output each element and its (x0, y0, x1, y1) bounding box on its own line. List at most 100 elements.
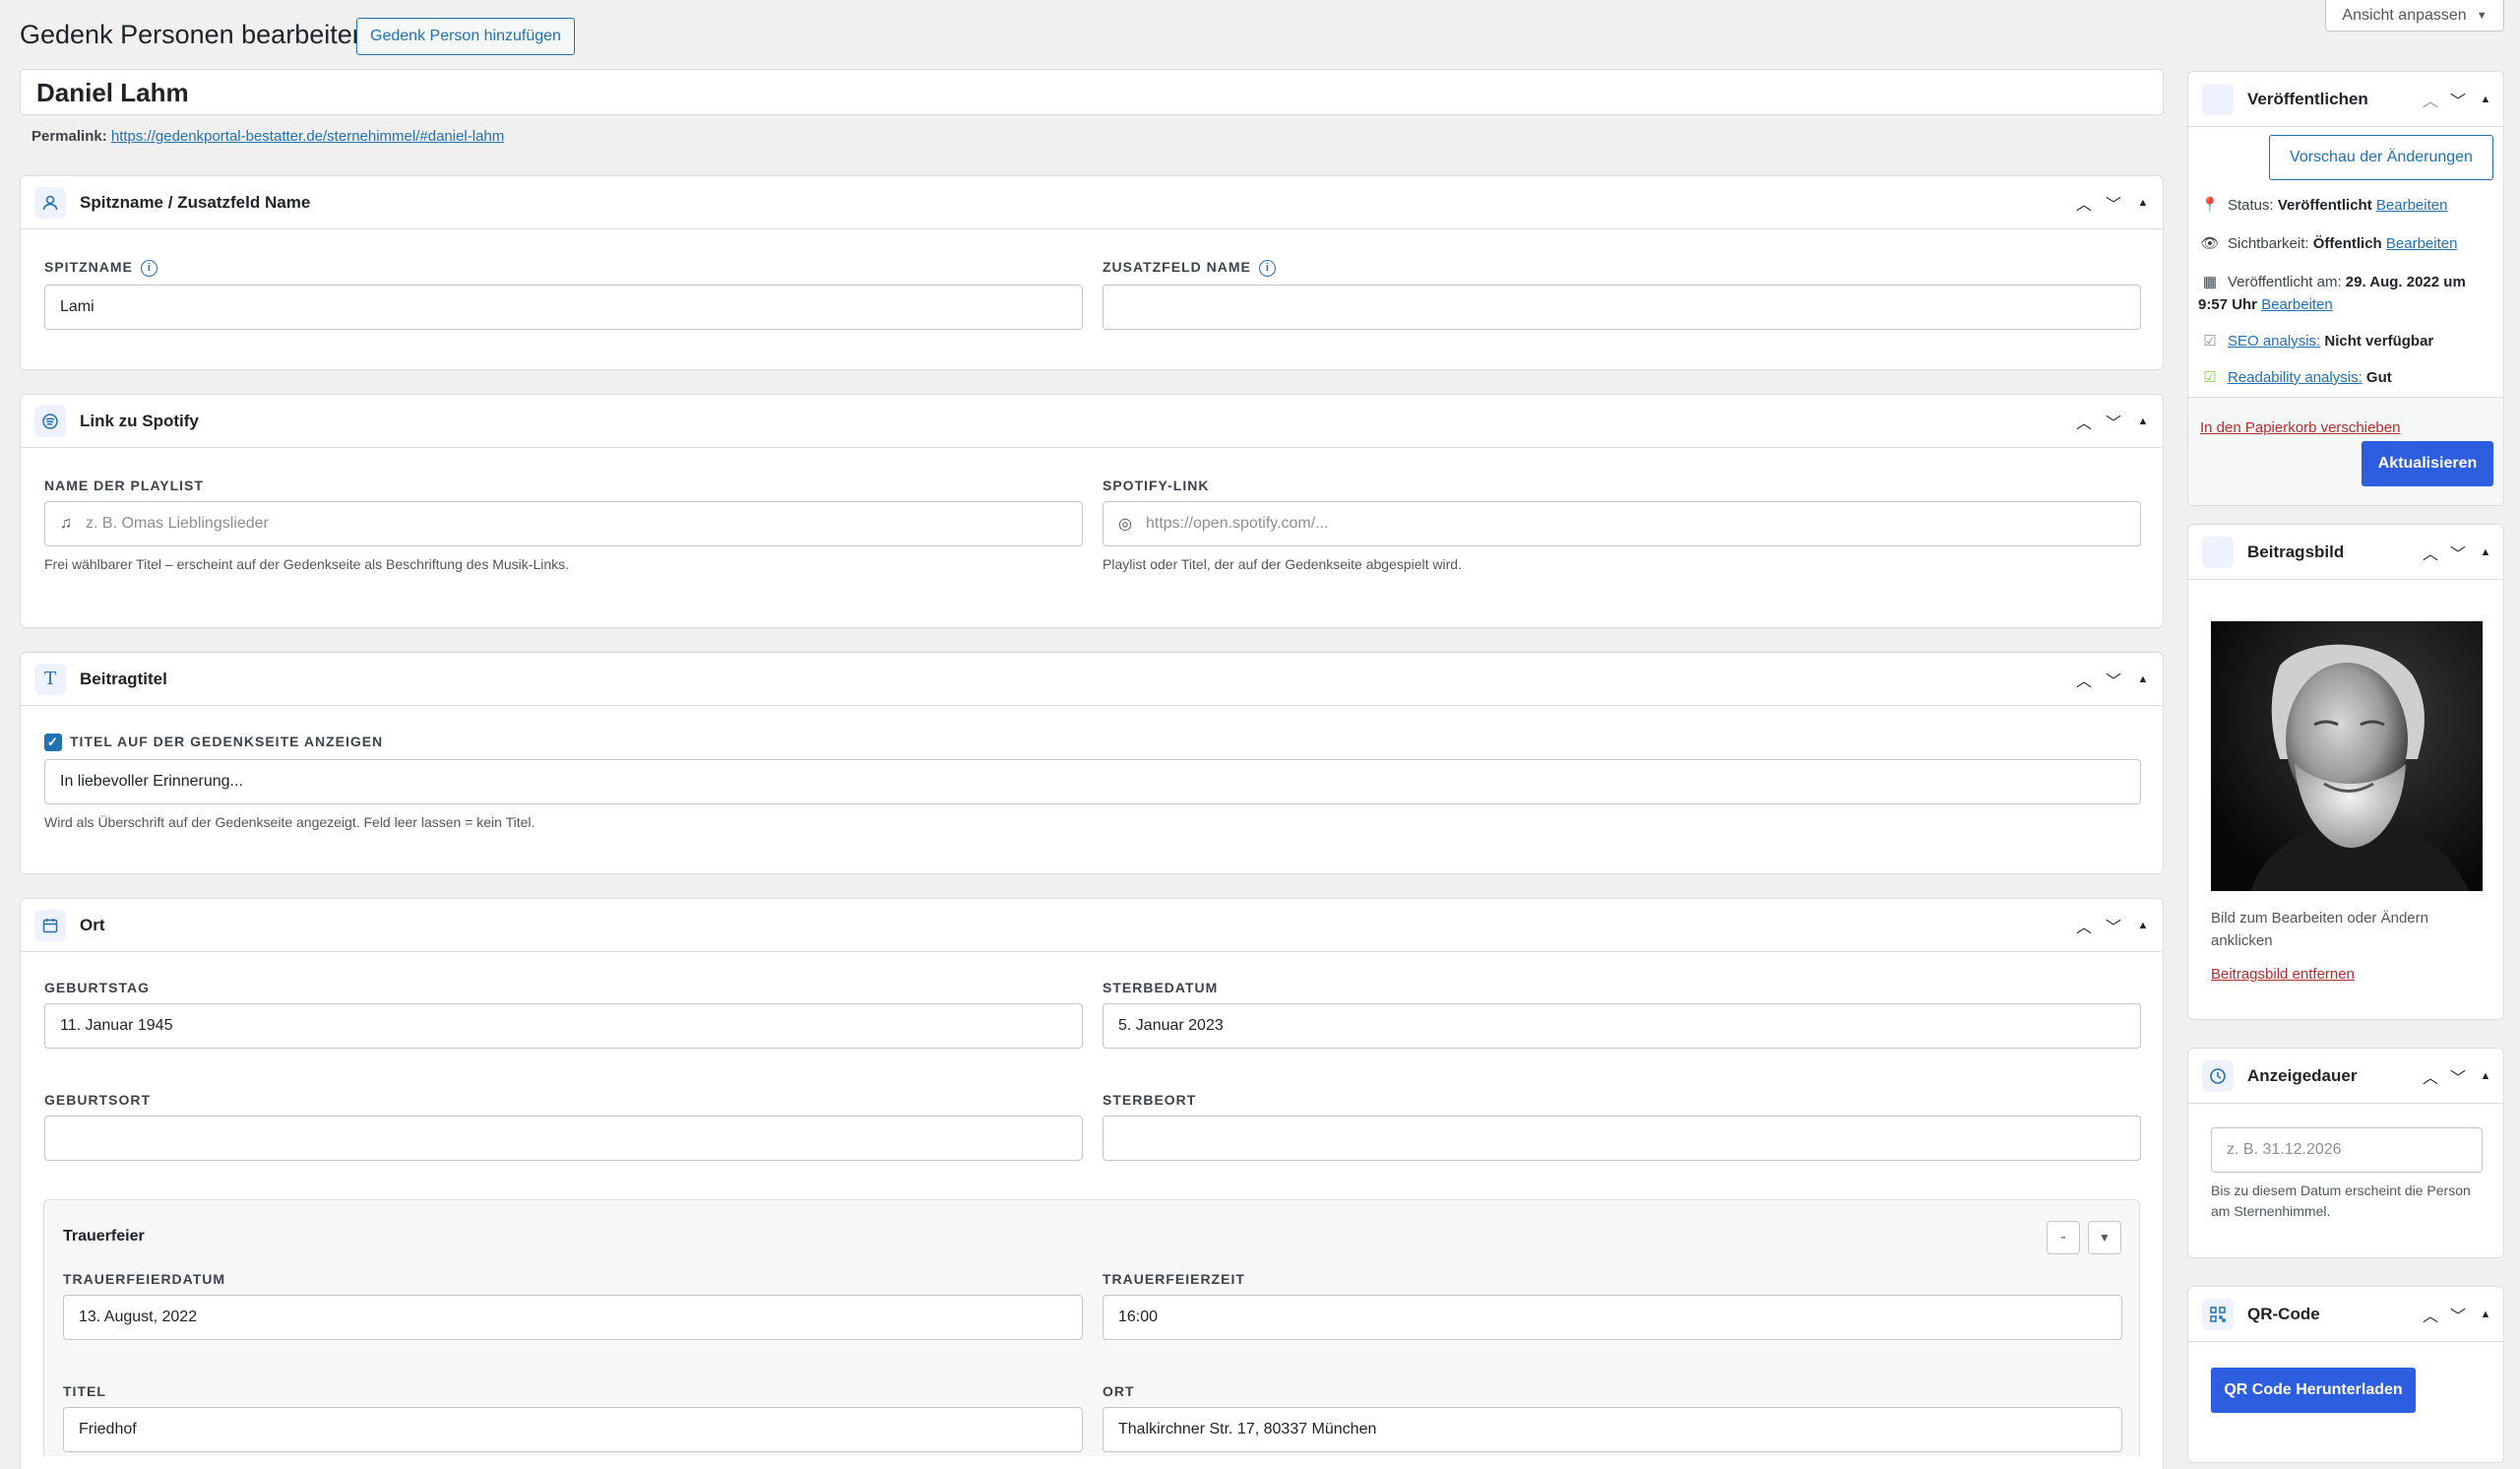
featured-image-box-header[interactable]: Beitragsbild ︿ ﹀ ▲ (2188, 525, 2503, 580)
spotify-link-placeholder: https://open.spotify.com/... (1145, 515, 1329, 532)
birthday-input[interactable]: 11. Januar 1945 (44, 1003, 1083, 1049)
memorial-title-input[interactable]: In liebevoller Erinnerung... (44, 759, 2141, 804)
nickname-input[interactable]: Lami (44, 285, 1083, 330)
move-down-icon[interactable]: ﹀ (2448, 1305, 2468, 1325)
move-down-icon[interactable]: ﹀ (2104, 412, 2123, 432)
move-to-trash-link[interactable]: In den Papierkorb verschieben (2200, 419, 2400, 436)
move-up-icon[interactable]: ︿ (2074, 412, 2094, 432)
qr-code-box-header[interactable]: QR-Code ︿ ﹀ ▲ (2188, 1287, 2503, 1342)
place-box-header[interactable]: Ort ︿ ﹀ ▲ (21, 899, 2163, 952)
seo-check-icon: ☑ (2203, 333, 2217, 350)
birthplace-label: GEBURTSORT (44, 1092, 151, 1108)
collapse-icon[interactable]: ▲ (2133, 916, 2153, 935)
show-title-option[interactable]: ✓ TITEL AUF DER GEDENKSEITE ANZEIGEN (44, 734, 384, 752)
spotify-box-header[interactable]: Link zu Spotify ︿ ﹀ ▲ (21, 395, 2163, 448)
seo-analysis-link[interactable]: SEO analysis: (2228, 333, 2320, 350)
download-qr-button[interactable]: QR Code Herunterladen (2211, 1368, 2416, 1413)
publish-box-title: Veröffentlichen (2247, 89, 2368, 108)
nickname-box-title: Spitzname / Zusatzfeld Name (80, 192, 311, 212)
birthday-label: GEBURTSTAG (44, 980, 150, 995)
spotify-icon (34, 405, 66, 437)
publish-box-header[interactable]: Veröffentlichen ︿ ﹀ ▲ (2188, 72, 2503, 127)
playlist-input[interactable]: ♫ z. B. Omas Lieblingslieder (44, 501, 1083, 546)
show-title-checkbox[interactable]: ✓ (44, 734, 62, 752)
spotify-box: Link zu Spotify ︿ ﹀ ▲ NAME DER PLAYLIST … (20, 394, 2164, 628)
move-up-icon[interactable]: ︿ (2074, 916, 2094, 936)
funeral-location-input[interactable]: Thalkirchner Str. 17, 80337 München (1102, 1407, 2122, 1452)
collapse-icon[interactable]: ▲ (2476, 1066, 2495, 1086)
permalink: Permalink: https://gedenkportal-bestatte… (32, 128, 504, 145)
post-title-box-title: Beitragtitel (80, 669, 167, 688)
display-duration-box-header[interactable]: Anzeigedauer ︿ ﹀ ▲ (2188, 1049, 2503, 1104)
move-down-icon[interactable]: ﹀ (2448, 90, 2468, 110)
funeral-group: Trauerfeier - ▼ TRAUERFEIERDATUM 13. Aug… (43, 1199, 2140, 1456)
move-down-icon[interactable]: ﹀ (2104, 670, 2123, 690)
nickname-box-header[interactable]: Spitzname / Zusatzfeld Name ︿ ﹀ ▲ (21, 176, 2163, 229)
status-value: Veröffentlicht (2277, 197, 2372, 214)
info-icon[interactable]: i (1258, 259, 1276, 277)
visibility-edit-link[interactable]: Bearbeiten (2386, 235, 2458, 252)
toggle-funeral-button[interactable]: ▼ (2088, 1221, 2121, 1254)
move-down-icon[interactable]: ﹀ (2448, 543, 2468, 563)
display-duration-box-title: Anzeigedauer (2247, 1065, 2358, 1085)
featured-image-box: Beitragsbild ︿ ﹀ ▲ Bild zum Bearbeiten o… (2187, 524, 2504, 1020)
show-title-label: TITEL AUF DER GEDENKSEITE ANZEIGEN (70, 734, 384, 749)
preview-changes-button[interactable]: Vorschau der Änderungen (2269, 135, 2493, 180)
publish-box: Veröffentlichen ︿ ﹀ ▲ Vorschau der Änder… (2187, 71, 2504, 506)
update-button[interactable]: Aktualisieren (2362, 441, 2493, 486)
post-title-box-header[interactable]: T Beitragtitel ︿ ﹀ ▲ (21, 653, 2163, 706)
text-icon: T (34, 663, 66, 695)
collapse-icon[interactable]: ▲ (2133, 670, 2153, 689)
funeral-location-label: ORT (1102, 1383, 1135, 1399)
add-person-button[interactable]: Gedenk Person hinzufügen (356, 18, 575, 55)
screen-options-toggle[interactable]: Ansicht anpassen ▼ (2325, 0, 2504, 32)
post-title-input[interactable]: Daniel Lahm (20, 69, 2164, 115)
publish-actions: In den Papierkorb verschieben Aktualisie… (2188, 397, 2503, 505)
remove-funeral-button[interactable]: - (2047, 1221, 2080, 1254)
spotify-box-title: Link zu Spotify (80, 411, 199, 430)
extra-name-input[interactable] (1102, 285, 2141, 330)
published-date-edit-link[interactable]: Bearbeiten (2261, 296, 2333, 313)
publish-icon (2202, 83, 2234, 115)
move-down-icon[interactable]: ﹀ (2104, 916, 2123, 936)
move-up-icon[interactable]: ︿ (2421, 90, 2440, 110)
funeral-date-input[interactable]: 13. August, 2022 (63, 1295, 1083, 1340)
page-title: Gedenk Personen bearbeiten (20, 20, 367, 49)
move-down-icon[interactable]: ﹀ (2448, 1066, 2468, 1087)
clock-icon (2202, 1059, 2234, 1092)
deathdate-input[interactable]: 5. Januar 2023 (1102, 1003, 2141, 1049)
move-up-icon[interactable]: ︿ (2074, 670, 2094, 690)
permalink-link[interactable]: https://gedenkportal-bestatter.de/sterne… (111, 128, 504, 145)
user-icon (34, 186, 66, 219)
collapse-icon[interactable]: ▲ (2133, 193, 2153, 213)
move-up-icon[interactable]: ︿ (2074, 193, 2094, 214)
spotify-link-input[interactable]: ◎ https://open.spotify.com/... (1102, 501, 2141, 546)
playlist-label: NAME DER PLAYLIST (44, 478, 204, 493)
screen-options-label: Ansicht anpassen (2342, 6, 2467, 24)
pin-icon: 📍 (2200, 197, 2220, 214)
collapse-icon[interactable]: ▲ (2476, 543, 2495, 562)
collapse-icon[interactable]: ▲ (2133, 412, 2153, 431)
permalink-label: Permalink: (32, 128, 107, 145)
birthplace-input[interactable] (44, 1116, 1083, 1161)
funeral-title-input[interactable]: Friedhof (63, 1407, 1083, 1452)
remove-featured-image-link[interactable]: Beitragsbild entfernen (2211, 966, 2355, 983)
display-until-input[interactable]: z. B. 31.12.2026 (2211, 1127, 2483, 1173)
move-down-icon[interactable]: ﹀ (2104, 193, 2123, 214)
status-edit-link[interactable]: Bearbeiten (2376, 197, 2448, 214)
image-icon (2202, 536, 2234, 568)
move-up-icon[interactable]: ︿ (2421, 1066, 2440, 1087)
collapse-icon[interactable]: ▲ (2476, 1305, 2495, 1324)
display-until-help: Bis zu diesem Datum erscheint die Person… (2211, 1182, 2471, 1219)
funeral-time-input[interactable]: 16:00 (1102, 1295, 2122, 1340)
deathplace-input[interactable] (1102, 1116, 2141, 1161)
readability-analysis-link[interactable]: Readability analysis: (2228, 369, 2362, 386)
move-up-icon[interactable]: ︿ (2421, 1305, 2440, 1325)
info-icon[interactable]: i (140, 259, 158, 277)
featured-image[interactable] (2211, 621, 2483, 891)
collapse-icon[interactable]: ▲ (2476, 90, 2495, 109)
move-up-icon[interactable]: ︿ (2421, 543, 2440, 563)
memorial-title-help: Wird als Überschrift auf der Gedenkseite… (44, 814, 536, 830)
published-date-row: ▦ Veröffentlicht am: 29. Aug. 2022 um 9:… (2198, 271, 2493, 316)
post-title-box: T Beitragtitel ︿ ﹀ ▲ ✓ TITEL AUF DER GEDE… (20, 652, 2164, 874)
